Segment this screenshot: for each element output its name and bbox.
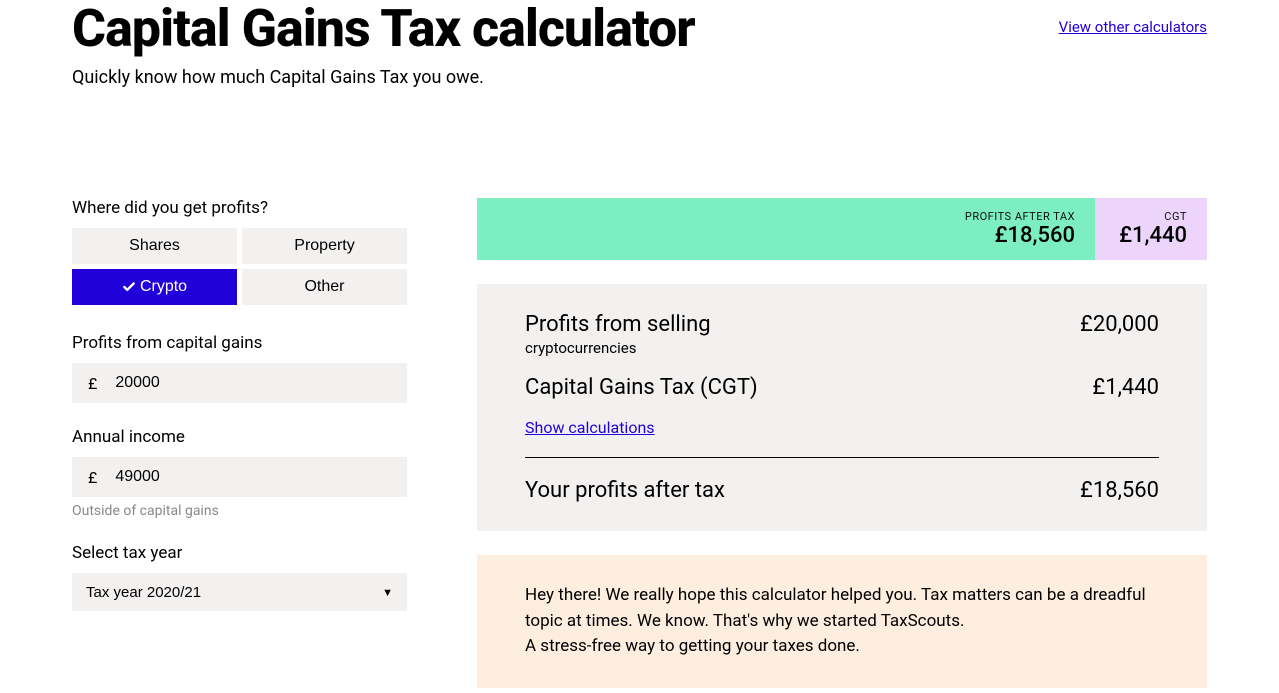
- result-row-profits: Profits from selling cryptocurrencies £2…: [525, 312, 1159, 357]
- view-other-calculators-link[interactable]: View other calculators: [1059, 18, 1207, 36]
- profits-from-selling-label: Profits from selling: [525, 312, 711, 337]
- cgt-label: Capital Gains Tax (CGT): [525, 375, 758, 400]
- currency-prefix: £: [88, 468, 97, 487]
- profits-from-selling-sublabel: cryptocurrencies: [525, 339, 711, 357]
- profits-source-field: Where did you get profits? Shares Proper…: [72, 198, 407, 305]
- annual-income-field: Annual income £ Outside of capital gains: [72, 427, 407, 519]
- promo-line1: Hey there! We really hope this calculato…: [525, 583, 1159, 634]
- show-calculations-link[interactable]: Show calculations: [525, 418, 655, 437]
- profits-amount-input[interactable]: [115, 374, 391, 392]
- tax-year-select[interactable]: Tax year 2020/21: [86, 584, 393, 601]
- result-row-after-tax: Your profits after tax £18,560: [525, 478, 1159, 503]
- results-panel: PROFITS AFTER TAX £18,560 CGT £1,440 Pro…: [477, 198, 1207, 688]
- profits-amount-label: Profits from capital gains: [72, 333, 407, 353]
- summary-profits-after-tax: PROFITS AFTER TAX £18,560: [477, 198, 1095, 260]
- result-card: Profits from selling cryptocurrencies £2…: [477, 284, 1207, 531]
- summary-cgt-value: £1,440: [1119, 223, 1187, 248]
- page-subtitle: Quickly know how much Capital Gains Tax …: [72, 67, 1207, 88]
- summary-cgt-label: CGT: [1164, 210, 1187, 223]
- result-row-cgt: Capital Gains Tax (CGT) £1,440: [525, 375, 1159, 400]
- toggle-crypto-label: Crypto: [140, 278, 187, 296]
- annual-income-input-wrap[interactable]: £: [72, 457, 407, 497]
- promo-card: Hey there! We really hope this calculato…: [477, 555, 1207, 688]
- currency-prefix: £: [88, 374, 97, 393]
- toggle-property[interactable]: Property: [242, 228, 407, 264]
- input-form: Where did you get profits? Shares Proper…: [72, 198, 407, 688]
- annual-income-input[interactable]: [115, 468, 391, 486]
- check-icon: [122, 280, 136, 294]
- profits-amount-field: Profits from capital gains £: [72, 333, 407, 403]
- summary-cgt: CGT £1,440: [1095, 198, 1207, 260]
- tax-year-select-wrap[interactable]: Tax year 2020/21 ▼: [72, 573, 407, 611]
- toggle-shares[interactable]: Shares: [72, 228, 237, 264]
- tax-year-label: Select tax year: [72, 543, 407, 563]
- summary-profits-label: PROFITS AFTER TAX: [965, 210, 1075, 223]
- promo-line2: A stress-free way to getting your taxes …: [525, 634, 1159, 660]
- profits-source-label: Where did you get profits?: [72, 198, 407, 218]
- summary-profits-value: £18,560: [995, 223, 1075, 248]
- summary-bar: PROFITS AFTER TAX £18,560 CGT £1,440: [477, 198, 1207, 260]
- profits-after-tax-label: Your profits after tax: [525, 478, 725, 503]
- annual-income-label: Annual income: [72, 427, 407, 447]
- page-title: Capital Gains Tax calculator: [72, 0, 695, 57]
- annual-income-helper: Outside of capital gains: [72, 503, 407, 519]
- cgt-value: £1,440: [1092, 375, 1159, 400]
- profits-after-tax-value: £18,560: [1080, 478, 1159, 503]
- profits-from-selling-value: £20,000: [1080, 312, 1159, 337]
- toggle-other[interactable]: Other: [242, 269, 407, 305]
- divider: [525, 457, 1159, 458]
- toggle-crypto[interactable]: Crypto: [72, 269, 237, 305]
- tax-year-field: Select tax year Tax year 2020/21 ▼: [72, 543, 407, 611]
- profits-amount-input-wrap[interactable]: £: [72, 363, 407, 403]
